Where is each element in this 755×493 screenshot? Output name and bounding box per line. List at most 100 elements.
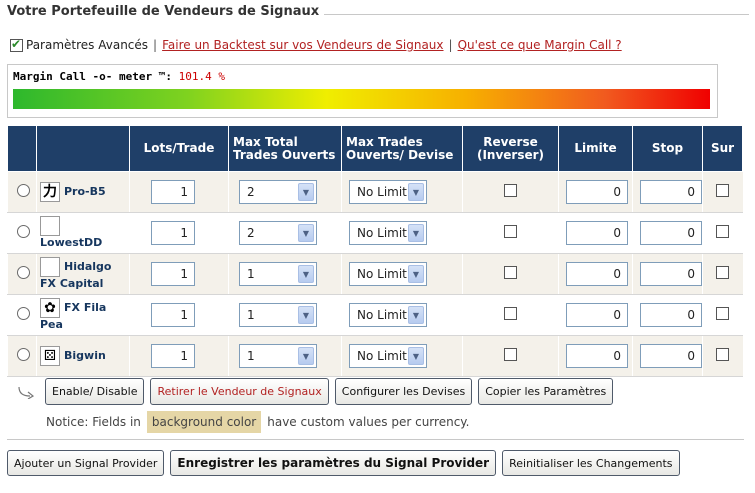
lots-input[interactable]: 1 [151, 221, 195, 245]
row-select-radio[interactable] [17, 307, 30, 320]
max-devise-select[interactable]: No Limit ▼ [349, 303, 427, 327]
enable-disable-button[interactable]: Enable/ Disable [45, 378, 145, 405]
providers-tbody: 力 Pro-B5 1 2 ▼ No Limit ▼ 0 0 LowestDD 1 2 ▼ No Limit… [7, 171, 743, 377]
reset-changes-button[interactable]: Reinitialiser les Changements [502, 450, 680, 476]
provider-name[interactable]: ✿ FX Fila Pea [40, 298, 126, 332]
stop-input[interactable]: 0 [640, 262, 702, 286]
chevron-down-icon: ▼ [408, 183, 424, 201]
header-reverse: Reverse (Inverser) [462, 125, 559, 172]
save-settings-button[interactable]: Enregistrer les paramètres du Signal Pro… [170, 450, 497, 476]
chevron-down-icon: ▼ [408, 306, 424, 324]
provider-name[interactable]: ⚄ Bigwin [40, 346, 126, 366]
meter-label: Margin Call -o- meter ™: 101.4 % [13, 70, 225, 83]
copy-settings-button[interactable]: Copier les Paramètres [478, 378, 614, 405]
table-header-row: Lots/Trade Max Total Trades Ouverts Max … [7, 125, 743, 172]
notice-text: Notice: Fields in background color have … [46, 411, 470, 433]
header-lots: Lots/Trade [129, 125, 229, 172]
header-max-devise: Max Trades Ouverts/ Devise [341, 125, 463, 172]
max-devise-select[interactable]: No Limit ▼ [349, 262, 427, 286]
portfolio-title-bar: Votre Portefeuille de Vendeurs de Signau… [7, 4, 749, 22]
lots-input[interactable]: 1 [151, 344, 195, 368]
table-row: 力 Pro-B5 1 2 ▼ No Limit ▼ 0 0 [7, 171, 743, 213]
advanced-settings-checkbox[interactable] [10, 37, 23, 52]
reverse-checkbox[interactable] [504, 307, 517, 320]
row-select-radio[interactable] [17, 348, 30, 361]
page-title: Votre Portefeuille de Vendeurs de Signau… [7, 4, 325, 19]
max-devise-select[interactable]: No Limit ▼ [349, 180, 427, 204]
curved-arrow-icon [18, 386, 35, 399]
stop-input[interactable]: 0 [640, 221, 702, 245]
header-max-total: Max Total Trades Ouverts [228, 125, 342, 172]
limit-input[interactable]: 0 [566, 221, 628, 245]
limit-input[interactable]: 0 [566, 262, 628, 286]
max-total-select[interactable]: 1 ▼ [239, 262, 317, 286]
max-total-select[interactable]: 1 ▼ [239, 303, 317, 327]
header-sur: Sur [702, 125, 743, 172]
row-select-radio[interactable] [17, 184, 30, 197]
reverse-checkbox[interactable] [504, 184, 517, 197]
stop-input[interactable]: 0 [640, 303, 702, 327]
chevron-down-icon: ▼ [408, 224, 424, 242]
top-links-row: Paramètres Avancés | Faire un Backtest s… [10, 37, 622, 52]
margin-call-help-link[interactable]: Qu'est ce que Margin Call ? [458, 38, 622, 52]
table-row: ✿ FX Fila Pea 1 1 ▼ No Limit ▼ 0 0 [7, 294, 743, 336]
advanced-settings-label[interactable]: Paramètres Avancés [26, 38, 148, 52]
kanji-logo-icon: 力 [40, 182, 60, 202]
header-limite: Limite [558, 125, 633, 172]
row-select-radio[interactable] [17, 225, 30, 238]
meter-value: 101.4 % [178, 70, 225, 83]
limit-input[interactable]: 0 [566, 344, 628, 368]
header-provider [36, 125, 130, 172]
sur-checkbox[interactable] [716, 307, 730, 320]
chevron-down-icon: ▼ [298, 183, 314, 201]
stop-input[interactable]: 0 [640, 344, 702, 368]
configure-currencies-button[interactable]: Configurer les Devises [334, 378, 473, 405]
sur-checkbox[interactable] [716, 266, 730, 279]
sur-checkbox[interactable] [716, 184, 730, 197]
flower-logo-icon: ✿ [40, 298, 60, 318]
bottom-divider [7, 439, 744, 440]
lots-input[interactable]: 1 [151, 303, 195, 327]
meter-gradient-bar [13, 89, 710, 109]
reverse-checkbox[interactable] [504, 266, 517, 279]
max-total-select[interactable]: 2 ▼ [239, 180, 317, 204]
table-row: LowestDD 1 2 ▼ No Limit ▼ 0 0 [7, 212, 743, 254]
limit-input[interactable]: 0 [566, 180, 628, 204]
chevron-down-icon: ▼ [298, 306, 314, 324]
max-devise-select[interactable]: No Limit ▼ [349, 344, 427, 368]
max-devise-select[interactable]: No Limit ▼ [349, 221, 427, 245]
portrait-photo-icon [40, 216, 60, 236]
chevron-down-icon: ▼ [298, 265, 314, 283]
max-total-select[interactable]: 2 ▼ [239, 221, 317, 245]
table-row: ⚄ Bigwin 1 1 ▼ No Limit ▼ 0 0 [7, 335, 743, 377]
remove-provider-button[interactable]: Retirer le Vendeur de Signaux [150, 378, 329, 405]
sur-checkbox[interactable] [716, 348, 730, 361]
chevron-down-icon: ▼ [298, 224, 314, 242]
stop-input[interactable]: 0 [640, 180, 702, 204]
reverse-checkbox[interactable] [504, 348, 517, 361]
sur-checkbox[interactable] [716, 225, 730, 238]
margin-call-meter: Margin Call -o- meter ™: 101.4 % [7, 64, 718, 118]
bottom-button-row: Ajouter un Signal Provider Enregistrer l… [7, 450, 686, 476]
lots-input[interactable]: 1 [151, 180, 195, 204]
chevron-down-icon: ▼ [298, 347, 314, 365]
notice-highlight-sample: background color [146, 411, 262, 433]
signal-providers-table: Lots/Trade Max Total Trades Ouverts Max … [7, 125, 743, 377]
hidalgo-logo-icon [40, 257, 60, 277]
chevron-down-icon: ▼ [408, 347, 424, 365]
table-row: Hidalgo FX Capital 1 1 ▼ No Limit ▼ 0 0 [7, 253, 743, 295]
row-select-radio[interactable] [17, 266, 30, 279]
header-select [7, 125, 37, 172]
reverse-checkbox[interactable] [504, 225, 517, 238]
max-total-select[interactable]: 1 ▼ [239, 344, 317, 368]
add-provider-button[interactable]: Ajouter un Signal Provider [7, 450, 165, 476]
backtest-link[interactable]: Faire un Backtest sur vos Vendeurs de Si… [162, 38, 443, 52]
limit-input[interactable]: 0 [566, 303, 628, 327]
lots-input[interactable]: 1 [151, 262, 195, 286]
provider-name[interactable]: Hidalgo FX Capital [40, 257, 126, 291]
provider-name[interactable]: LowestDD [40, 216, 126, 250]
dice-logo-icon: ⚄ [40, 346, 60, 366]
header-stop: Stop [632, 125, 703, 172]
provider-action-row: Enable/ Disable Retirer le Vendeur de Si… [17, 378, 619, 405]
provider-name[interactable]: 力 Pro-B5 [40, 182, 126, 202]
